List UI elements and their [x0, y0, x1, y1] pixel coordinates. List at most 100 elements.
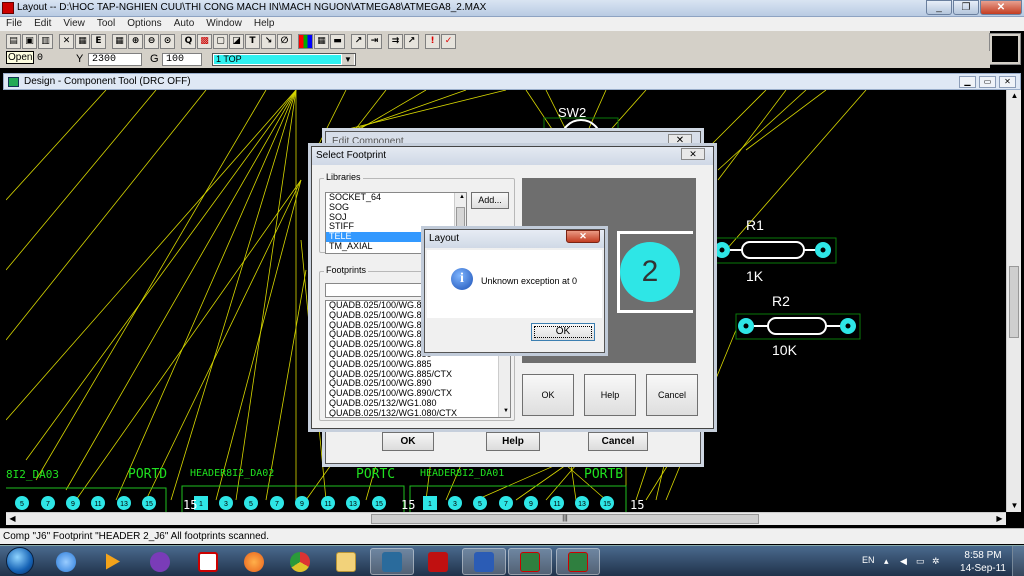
chevron-down-icon[interactable]: ▼ [342, 54, 354, 65]
libraries-label: Libraries [324, 172, 363, 182]
orcad-active-icon[interactable] [556, 548, 600, 575]
layout-app-icon[interactable] [370, 548, 414, 575]
header-label-03: 8I2_DA03 [6, 468, 59, 481]
volume-icon[interactable]: ◀ [900, 556, 910, 566]
pad-numbers: 5 7 9 11 13 15 1 3 5 7 9 11 13 15 1 3 5 7 9 11 13 15 [20, 501, 611, 508]
pin-icon[interactable]: ▢ [213, 33, 228, 49]
start-button[interactable] [6, 547, 34, 575]
tray-arrow-icon[interactable]: ▴ [884, 556, 894, 566]
r1-component: R1 1K [711, 217, 837, 284]
cut-icon[interactable]: ✕ [59, 33, 74, 49]
text-icon[interactable]: T [245, 33, 260, 49]
clock-date: 14-Sep-11 [960, 563, 1006, 574]
header-pads [15, 496, 614, 510]
horizontal-scrollbar[interactable]: ◀ ||| ▶ [6, 512, 1006, 525]
menu-edit[interactable]: Edit [28, 17, 57, 31]
library-item[interactable]: SOG [326, 202, 466, 213]
svg-text:15: 15 [603, 501, 611, 508]
explorer-icon[interactable] [324, 548, 368, 575]
menu-tool[interactable]: Tool [91, 17, 121, 31]
select-footprint-close-icon[interactable]: ✕ [681, 148, 705, 160]
r2-component: R2 10K [735, 293, 861, 358]
vertical-scrollbar[interactable]: ▲ ▼ [1006, 90, 1021, 512]
print-icon[interactable]: ▥ [38, 33, 53, 49]
check-icon[interactable]: ✓ [441, 33, 456, 49]
zoom-out-icon[interactable]: ⊖ [144, 33, 159, 49]
network-icon[interactable]: ▭ [916, 556, 926, 566]
drc-icon[interactable]: ⇉ [388, 33, 403, 49]
orcad-icon[interactable] [508, 548, 552, 575]
vertical-scroll-thumb[interactable] [1009, 266, 1019, 338]
route-icon[interactable]: ↗ [351, 33, 366, 49]
svg-text:5: 5 [249, 501, 253, 508]
svg-text:5: 5 [478, 501, 482, 508]
svg-text:7: 7 [275, 501, 279, 508]
zoom-in-icon[interactable]: ⊕ [128, 33, 143, 49]
refresh-icon[interactable]: ↗ [404, 33, 419, 49]
design-close-button[interactable]: ✕ [999, 76, 1016, 88]
message-ok-button[interactable]: OK [531, 323, 595, 341]
restore-button[interactable]: ❐ [953, 0, 979, 15]
taskbar: EN ▴ ◀ ▭ ✲ 8:58 PM 14-Sep-11 [0, 545, 1024, 576]
app-icon[interactable] [186, 548, 230, 575]
edit-icon[interactable]: E [91, 33, 106, 49]
color-icon[interactable] [298, 33, 313, 49]
post-icon[interactable]: ▬ [330, 33, 345, 49]
scroll-left-icon[interactable]: ◀ [6, 513, 19, 525]
footprint-ok-button[interactable]: OK [522, 374, 574, 416]
show-desktop-button[interactable] [1012, 546, 1024, 576]
open-icon[interactable]: ▤ [6, 33, 21, 49]
layer-select[interactable]: 1 TOP ▼ [212, 53, 356, 66]
shove-icon[interactable]: ⇥ [367, 33, 382, 49]
chrome-icon[interactable] [278, 548, 322, 575]
alert-icon[interactable]: ! [425, 33, 440, 49]
scroll-down-icon[interactable]: ▼ [1007, 500, 1022, 512]
zoom-fit-icon[interactable]: ⊙ [160, 33, 175, 49]
menu-help[interactable]: Help [248, 17, 281, 31]
query-icon[interactable]: Q [181, 33, 196, 49]
menu-window[interactable]: Window [200, 17, 248, 31]
header-label-02: HEADER8I2_DA02 [190, 468, 274, 479]
minimize-button[interactable]: _ [926, 0, 952, 15]
footprint-item[interactable]: QUADB.025/132/WG1.080/CTX [326, 408, 510, 417]
design-restore-button[interactable]: ▭ [979, 76, 996, 88]
close-button[interactable]: ✕ [980, 0, 1022, 15]
menu-auto[interactable]: Auto [168, 17, 201, 31]
scroll-right-icon[interactable]: ▶ [993, 513, 1006, 525]
y-value: 2300 [88, 53, 142, 66]
design-window-titlebar: Design - Component Tool (DRC OFF) ▁ ▭ ✕ [3, 73, 1021, 90]
media-player-icon[interactable] [90, 548, 134, 575]
component-icon[interactable]: ▩ [197, 33, 212, 49]
app-icon [2, 2, 14, 14]
edit-cancel-button[interactable]: Cancel [588, 432, 648, 451]
design-minimize-button[interactable]: ▁ [959, 76, 976, 88]
find-icon[interactable]: ▦ [75, 33, 90, 49]
yahoo-messenger-icon[interactable] [138, 548, 182, 575]
error-icon[interactable]: ∅ [277, 33, 292, 49]
word-icon[interactable] [462, 548, 506, 575]
menu-view[interactable]: View [57, 17, 91, 31]
acrobat-icon[interactable] [416, 548, 460, 575]
message-close-button[interactable]: ✕ [566, 230, 600, 243]
spreadsheet-icon[interactable]: ▦ [314, 33, 329, 49]
language-indicator[interactable]: EN [862, 555, 875, 565]
obstacle-icon[interactable]: ◪ [229, 33, 244, 49]
svg-text:9: 9 [529, 501, 533, 508]
horizontal-scroll-thumb[interactable]: ||| [371, 514, 759, 524]
menu-file[interactable]: File [0, 17, 28, 31]
edit-ok-button[interactable]: OK [382, 432, 434, 451]
footprint-cancel-button[interactable]: Cancel [646, 374, 698, 416]
firefox-icon[interactable] [232, 548, 276, 575]
internet-explorer-icon[interactable] [44, 548, 88, 575]
edit-help-button[interactable]: Help [486, 432, 540, 451]
clock-time: 8:58 PM [964, 550, 1002, 561]
menu-options[interactable]: Options [121, 17, 167, 31]
scroll-up-icon[interactable]: ▲ [1007, 90, 1022, 102]
add-library-button[interactable]: Add... [471, 192, 509, 209]
tray-app-icon[interactable]: ✲ [932, 556, 942, 566]
save-icon[interactable]: ▣ [22, 33, 37, 49]
connection-icon[interactable]: ↘ [261, 33, 276, 49]
grid-icon[interactable]: ▦ [112, 33, 127, 49]
footprint-help-button[interactable]: Help [584, 374, 636, 416]
clock[interactable]: 8:58 PM 14-Sep-11 [960, 549, 1006, 575]
